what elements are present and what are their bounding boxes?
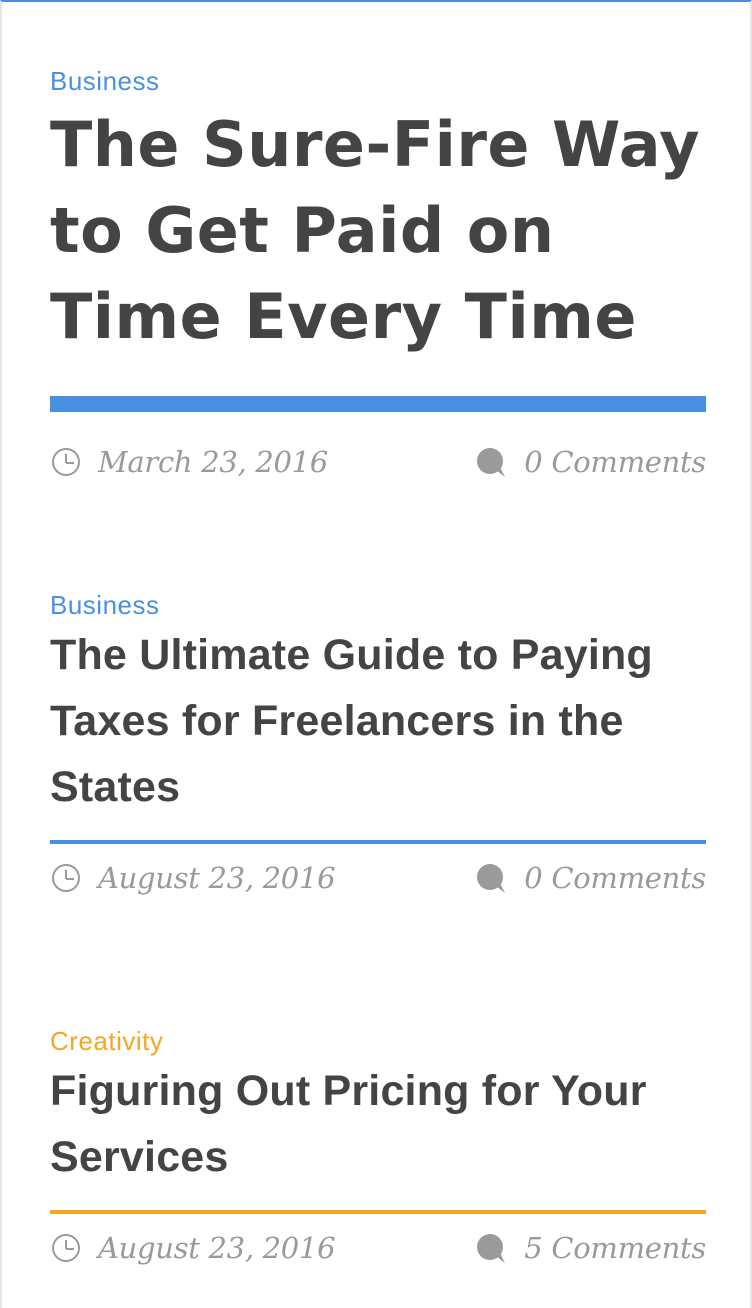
post-title[interactable]: The Ultimate Guide to Paying Taxes for F…	[50, 622, 690, 820]
clock-icon	[52, 864, 80, 892]
comments-count: 5 Comments	[524, 1231, 706, 1265]
post-date: August 23, 2016	[50, 1228, 336, 1268]
post-date-text: August 23, 2016	[98, 861, 336, 895]
post-date-text: March 23, 2016	[98, 445, 328, 479]
post-date-text: August 23, 2016	[98, 1231, 336, 1265]
comments-count: 0 Comments	[524, 861, 706, 895]
post-date: August 23, 2016	[50, 858, 336, 898]
post-date: March 23, 2016	[50, 442, 328, 482]
category-link[interactable]: Business	[50, 590, 160, 620]
clock-icon	[52, 448, 80, 476]
post-meta: August 23, 2016 0 Comments	[50, 858, 706, 898]
clock-icon	[52, 1234, 80, 1262]
comment-bubble-icon	[477, 864, 506, 893]
category-accent-bar	[50, 396, 706, 412]
category-accent-bar	[50, 840, 706, 844]
comments-link[interactable]: 0 Comments	[474, 858, 706, 898]
post-card: Creativity Figuring Out Pricing for Your…	[50, 1026, 706, 1268]
category-accent-bar	[50, 1210, 706, 1214]
category-link[interactable]: Business	[50, 66, 160, 96]
post-meta: March 23, 2016 0 Comments	[50, 442, 706, 482]
post-card: Business The Ultimate Guide to Paying Ta…	[50, 590, 706, 898]
category-link[interactable]: Creativity	[50, 1026, 163, 1056]
comments-count: 0 Comments	[524, 445, 706, 479]
featured-post: Business The Sure-Fire Way to Get Paid o…	[50, 66, 706, 482]
post-title[interactable]: The Sure-Fire Way to Get Paid on Time Ev…	[50, 102, 710, 360]
post-meta: August 23, 2016 5 Comments	[50, 1228, 706, 1268]
comments-link[interactable]: 0 Comments	[474, 442, 706, 482]
comments-link[interactable]: 5 Comments	[474, 1228, 706, 1268]
post-list: Business The Sure-Fire Way to Get Paid o…	[0, 0, 752, 1308]
comment-bubble-icon	[477, 1234, 506, 1263]
post-title[interactable]: Figuring Out Pricing for Your Services	[50, 1058, 710, 1190]
comment-bubble-icon	[477, 448, 506, 477]
